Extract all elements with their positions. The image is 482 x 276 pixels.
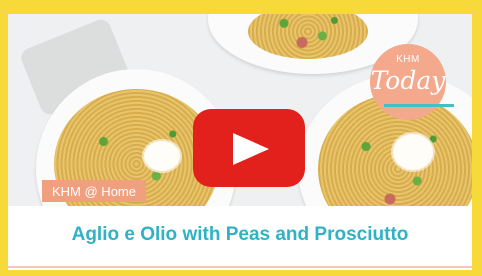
video-title[interactable]: Aglio e Olio with Peas and Prosciutto [8,224,472,246]
video-thumbnail[interactable]: KHM @ Home KHM Today [8,14,472,206]
today-badge: KHM Today [370,44,454,120]
video-card[interactable]: KHM @ Home KHM Today Aglio e Olio with P… [8,14,472,270]
pasta-top [248,14,368,59]
burrata-left [144,141,180,171]
play-button[interactable] [193,109,305,187]
badge-script-text: Today [370,66,446,95]
divider [8,266,472,268]
burrata-right [393,134,433,170]
show-tag: KHM @ Home [42,180,146,202]
play-triangle-icon [233,133,269,165]
badge-top-text: KHM [396,54,420,65]
badge-underline [384,104,454,107]
